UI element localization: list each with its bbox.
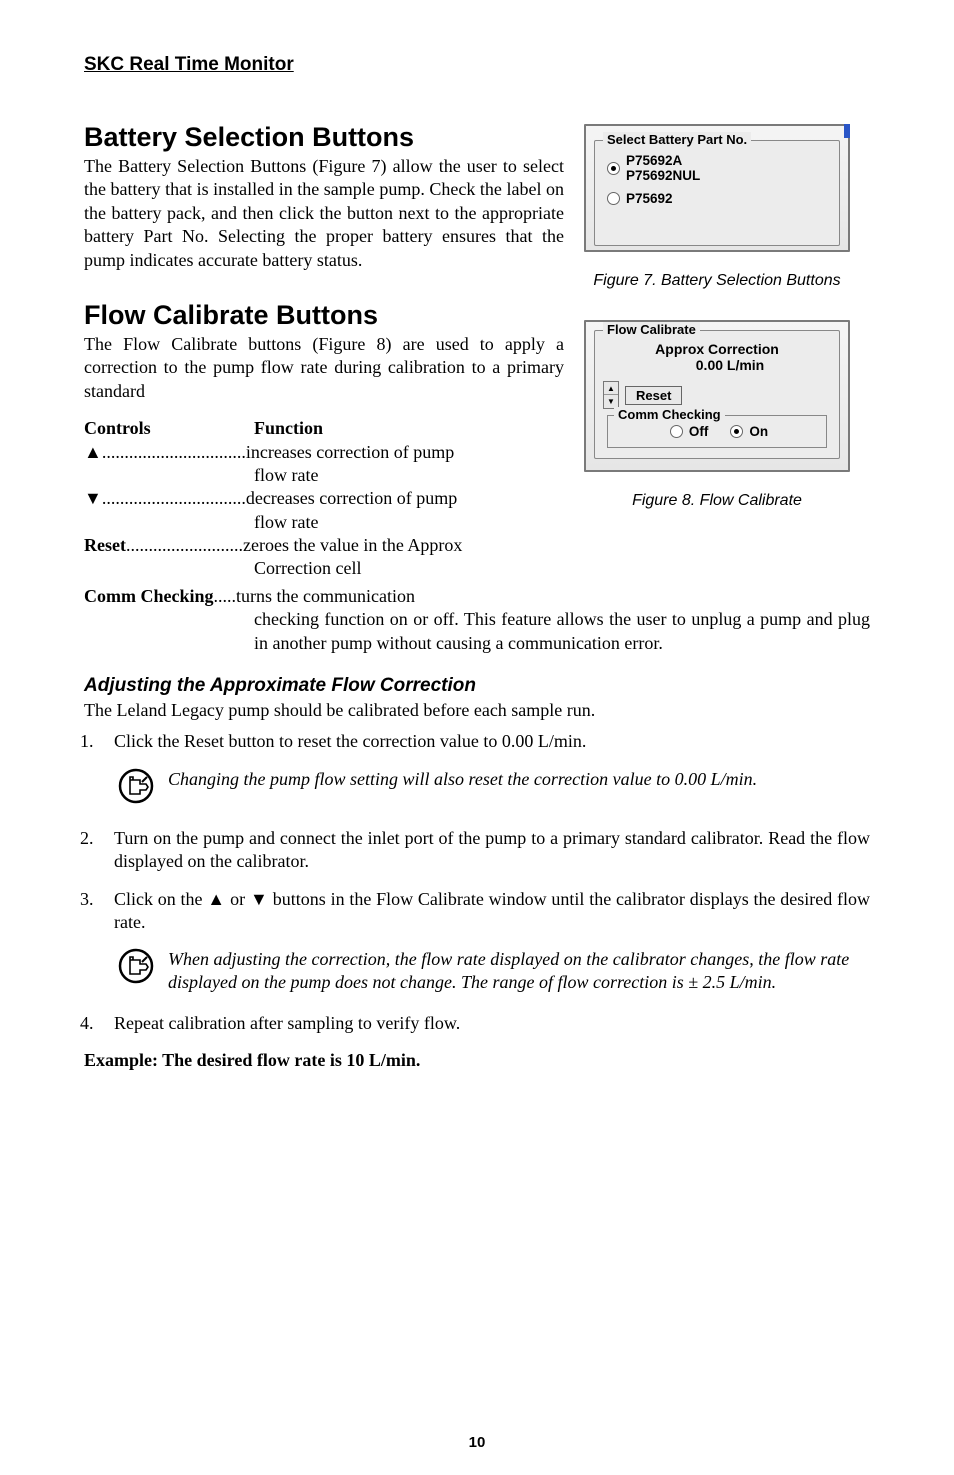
- opt2: P75692: [626, 191, 673, 206]
- dots: .....: [214, 586, 237, 606]
- comm-fn1: turns the communication: [236, 586, 415, 606]
- up-fn2: flow rate: [254, 464, 564, 487]
- figure-7-caption: Figure 7. Battery Selection Buttons: [584, 272, 850, 290]
- up-arrow-label: ▲: [84, 442, 102, 462]
- dots: ................................: [102, 442, 246, 462]
- step-1: Click the Reset button to reset the corr…: [98, 730, 870, 753]
- battery-group-label: Select Battery Part No.: [603, 132, 751, 147]
- spinner[interactable]: ▲ ▼: [603, 381, 619, 409]
- controls-col-header: Controls: [84, 417, 254, 440]
- scrollbar-fragment: [844, 124, 850, 138]
- down-fn1: decreases correction of pump: [246, 488, 457, 508]
- figure-8-panel: Flow Calibrate Approx Correction 0.00 L/…: [584, 320, 850, 472]
- controls-table: Controls Function ▲.....................…: [84, 417, 564, 581]
- example-line: Example: The desired flow rate is 10 L/m…: [84, 1050, 870, 1071]
- function-col-header: Function: [254, 417, 564, 440]
- step-4: Repeat calibration after sampling to ver…: [98, 1012, 870, 1035]
- radio-unselected-icon: [607, 192, 620, 205]
- battery-body: The Battery Selection Buttons (Figure 7)…: [84, 155, 564, 272]
- step-3: Click on the ▲ or ▼ buttons in the Flow …: [98, 888, 870, 935]
- note-1-text: Changing the pump flow setting will also…: [168, 768, 757, 809]
- page-header: SKC Real Time Monitor: [84, 54, 870, 76]
- hand-note-icon: [118, 948, 158, 994]
- radio-unselected-icon: [670, 425, 683, 438]
- note-2: When adjusting the correction, the flow …: [118, 948, 870, 994]
- up-fn1: increases correction of pump: [246, 442, 454, 462]
- cc-label: Comm Checking: [614, 407, 725, 422]
- cc-off-option[interactable]: Off: [670, 424, 709, 439]
- reset-button[interactable]: Reset: [625, 386, 682, 405]
- battery-heading: Battery Selection Buttons: [84, 122, 564, 153]
- down-fn2: flow rate: [254, 511, 564, 534]
- reset-fn2: Correction cell: [254, 557, 564, 580]
- figure-8-caption: Figure 8. Flow Calibrate: [584, 492, 850, 510]
- comm-row: Comm Checking.....turns the communicatio…: [84, 585, 870, 608]
- down-arrow-label: ▼: [84, 488, 102, 508]
- hand-note-icon: [118, 768, 158, 809]
- note-2-text: When adjusting the correction, the flow …: [168, 948, 870, 994]
- comm-label: Comm Checking: [84, 586, 214, 606]
- page-number: 10: [0, 1434, 954, 1451]
- opt1a: P75692A: [626, 153, 700, 168]
- comm-checking-group: Comm Checking Off On: [607, 415, 827, 448]
- opt1b: P75692NUL: [626, 168, 700, 183]
- steps-list: Click the Reset button to reset the corr…: [84, 730, 870, 753]
- cc-on-option[interactable]: On: [730, 424, 768, 439]
- approx-value: 0.00 L/min: [603, 357, 831, 373]
- approx-label: Approx Correction: [603, 341, 831, 357]
- dots: ................................: [102, 488, 246, 508]
- spin-up-icon[interactable]: ▲: [604, 382, 618, 395]
- step-2: Turn on the pump and connect the inlet p…: [98, 827, 870, 874]
- off-label: Off: [689, 424, 709, 439]
- after-controls: checking function on or off. This featur…: [84, 608, 870, 655]
- on-label: On: [749, 424, 768, 439]
- battery-option-1[interactable]: P75692A P75692NUL: [607, 153, 831, 183]
- steps-list-4: Repeat calibration after sampling to ver…: [84, 1012, 870, 1035]
- steps-list-2: Turn on the pump and connect the inlet p…: [84, 827, 870, 935]
- radio-selected-icon: [607, 162, 620, 175]
- reset-fn1: zeroes the value in the Approx: [243, 535, 462, 555]
- flowcal-heading: Flow Calibrate Buttons: [84, 300, 564, 331]
- flowcal-intro: The Flow Calibrate buttons (Figure 8) ar…: [84, 333, 564, 403]
- reset-label: Reset: [84, 535, 126, 555]
- battery-option-2[interactable]: P75692: [607, 191, 831, 206]
- figure-7-panel: Select Battery Part No. P75692A P75692NU…: [584, 124, 850, 252]
- adjust-heading: Adjusting the Approximate Flow Correctio…: [84, 675, 870, 697]
- fc-group-label: Flow Calibrate: [603, 322, 700, 337]
- note-1: Changing the pump flow setting will also…: [118, 768, 870, 809]
- adjust-intro: The Leland Legacy pump should be calibra…: [84, 699, 870, 722]
- dots: ..........................: [126, 535, 243, 555]
- radio-selected-icon: [730, 425, 743, 438]
